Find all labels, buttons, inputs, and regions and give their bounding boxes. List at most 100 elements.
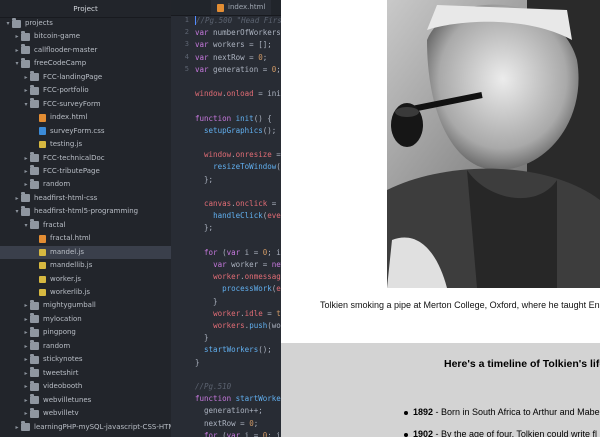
folder-icon (21, 421, 30, 431)
chevron-right-icon: ▸ (24, 383, 28, 391)
folder-icon (30, 98, 39, 109)
timeline-heading: Here's a timeline of Tolkien's life (444, 358, 600, 370)
tree-item-label: random (43, 180, 71, 189)
tree-item-label: stickynotes (43, 355, 83, 364)
chevron-right-icon: ▸ (15, 194, 19, 202)
chevron-right-icon: ▸ (15, 33, 19, 41)
tab-bar: index.html (171, 0, 281, 16)
tree-folder[interactable]: ▸ tweetshirt (22, 367, 78, 380)
code-line: var numberOfWorkers (195, 28, 281, 38)
chevron-right-icon: ▸ (24, 410, 28, 418)
tree-folder[interactable]: ▸ learningPHP-mySQL-javascript-CSS-HTML5 (13, 421, 171, 434)
tree-folder[interactable]: ▾ freeCodeCamp (13, 57, 86, 70)
tree-file[interactable]: testing.js (31, 138, 82, 151)
timeline-text: - By the age of four, Tolkien could writ… (433, 429, 597, 437)
tree-item-label: index.html (50, 113, 88, 122)
code-line: processWork(e (222, 284, 281, 294)
code-line: //Pg.500 "Head First (195, 16, 281, 25)
tab-index-html[interactable]: index.html (211, 0, 272, 15)
js-file-icon (39, 262, 46, 270)
line-number: 5 (184, 64, 189, 73)
photo-caption: Tolkien smoking a pipe at Merton College… (320, 300, 600, 310)
tree-file[interactable]: index.html (31, 111, 87, 124)
code-line: var workers = []; (195, 40, 272, 50)
tree-item-label: FCC-tributePage (43, 166, 100, 175)
tree-item-label: workerlib.js (50, 288, 91, 296)
code-line: }; (195, 223, 214, 233)
tree-item-label: webvilletv (43, 409, 79, 418)
folder-icon (30, 152, 39, 162)
tree-item-label: FCC-landingPage (43, 72, 103, 81)
tree-folder[interactable]: ▸ mylocation (22, 313, 82, 326)
tree-file[interactable]: mandel.js (0, 245, 171, 259)
code-line: setupGraphics(); (204, 125, 277, 135)
js-file-icon (39, 248, 46, 256)
tree-folder[interactable]: ▾ FCC-surveyForm (22, 98, 101, 111)
chevron-right-icon: ▸ (24, 396, 28, 404)
tree-item-label: videobooth (43, 382, 83, 391)
browser-preview: Tolkien smoking a pipe at Merton College… (281, 0, 600, 437)
tree-folder[interactable]: ▸ random (22, 340, 70, 353)
tree-folder[interactable]: ▸ random (22, 178, 70, 191)
tolkien-photo (387, 0, 600, 288)
tree-file[interactable]: workerlib.js (31, 286, 90, 299)
tree-folder[interactable]: ▾ fractal (22, 219, 65, 232)
folder-icon (30, 313, 39, 324)
folder-icon (30, 340, 39, 351)
tree-folder[interactable]: ▸ callflooder-master (13, 44, 97, 57)
tree-file[interactable]: mandellib.js (31, 259, 92, 272)
chevron-right-icon: ▸ (24, 181, 28, 189)
folder-icon (30, 326, 39, 337)
chevron-right-icon: ▸ (24, 369, 28, 377)
tree-folder[interactable]: ▸ bitcoin-game (13, 30, 80, 43)
tree-item-label: callflooder-master (34, 45, 98, 54)
code-line: resizeToWindow() (213, 162, 281, 172)
tree-folder[interactable]: ▸ pingpong (22, 326, 76, 339)
tree-folder[interactable]: ▸ mightygumball (22, 299, 96, 312)
tree-item-label: surveyForm.css (50, 126, 105, 135)
line-number: 2 (184, 28, 189, 37)
code-editor[interactable]: index.html 1 2 3 4 5 //Pg.500 "Head First var… (171, 0, 281, 437)
tree-item-label: pingpong (43, 328, 76, 337)
tree-folder[interactable]: ▸ FCC-portfolio (22, 84, 89, 97)
code-line: window.onload = init (195, 89, 281, 99)
tree-folder[interactable]: ▸ webvilletunes (22, 394, 91, 407)
tree-item-label: projects (25, 19, 53, 27)
html-file-icon (39, 234, 46, 243)
tree-file[interactable]: surveyForm.css (31, 125, 105, 138)
line-number: 4 (184, 52, 189, 61)
tree-folder[interactable]: ▸ FCC-tributePage (22, 165, 100, 178)
tree-item-label: testing.js (50, 140, 83, 149)
chevron-down-icon: ▾ (15, 208, 19, 216)
folder-icon (30, 394, 39, 405)
tree-item-label: learningPHP-mySQL-javascript-CSS-HTML5 (34, 422, 171, 431)
tree-folder[interactable]: ▸ stickynotes (22, 353, 83, 366)
chevron-right-icon: ▸ (24, 315, 28, 323)
tree-folder[interactable]: ▸ FCC-landingPage (22, 71, 102, 84)
code-line: generation++; (195, 406, 263, 416)
tree-item-label: mandel.js (50, 247, 85, 256)
project-tree-panel: Project ▾ projects ▸ bitcoin-game ▸ callflood… (0, 0, 171, 437)
code-line: } (195, 296, 218, 306)
js-file-icon (39, 289, 46, 296)
tree-file[interactable]: worker.js (31, 273, 81, 286)
code-line: workers.push(wor (213, 321, 281, 330)
line-number: 3 (184, 40, 189, 49)
code-line: } (195, 357, 200, 367)
chevron-right-icon: ▸ (15, 46, 19, 54)
tree-folder[interactable]: ▸ webvilletv (22, 407, 79, 420)
code-line: nextRow = 0; (195, 418, 259, 428)
folder-icon (12, 17, 21, 28)
tree-folder[interactable]: ▾ projects (4, 17, 53, 30)
code-line: var worker = new (213, 260, 281, 269)
js-file-icon (39, 275, 46, 283)
code-line: var generation = 0; (195, 64, 281, 74)
chevron-down-icon: ▾ (6, 20, 10, 27)
tree-folder[interactable]: ▸ videobooth (22, 380, 82, 393)
tree-file[interactable]: fractal.html (31, 232, 91, 245)
tree-folder[interactable]: ▾ headfirst-html5-programming (13, 205, 138, 218)
tree-folder[interactable]: ▸ headfirst-html-css (13, 192, 97, 205)
folder-icon (30, 84, 39, 95)
tree-folder[interactable]: ▸ FCC-technicalDoc (22, 152, 105, 165)
folder-icon (30, 178, 39, 189)
